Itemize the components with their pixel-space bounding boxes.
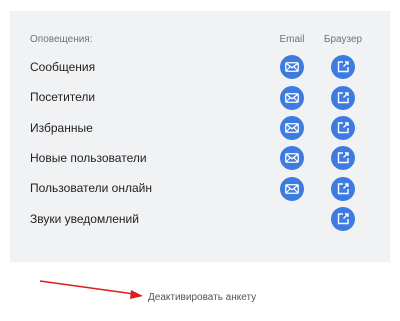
deactivate-profile-link[interactable]: Деактивировать анкету [148, 292, 256, 303]
annotation-arrow-icon [39, 280, 143, 299]
